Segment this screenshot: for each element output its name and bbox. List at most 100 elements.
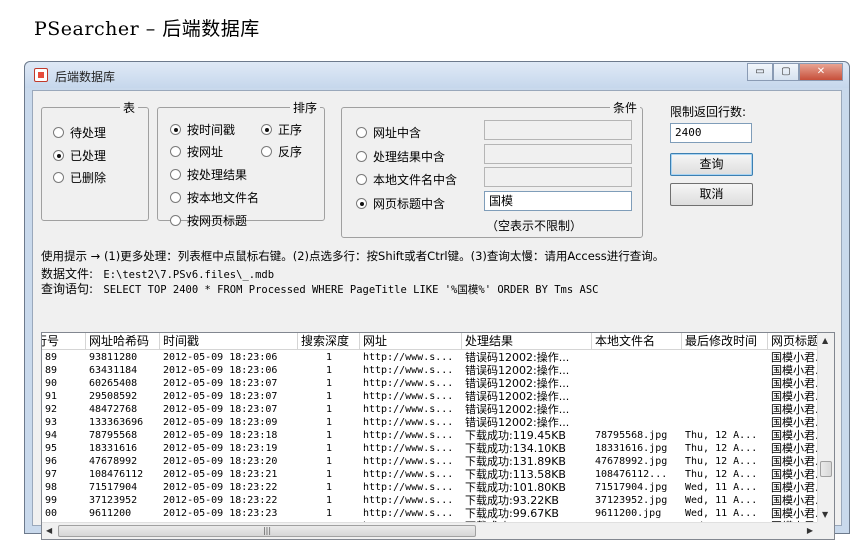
table-row[interactable]: 92 48472768 2012-05-09 18:23:07 1 http://www… [42,403,828,416]
table-row[interactable]: 93 133363696 2012-05-09 18:23:09 1 http://ww… [42,416,828,429]
table-row[interactable]: 95 18331616 2012-05-09 18:23:19 1 http://www… [42,442,828,455]
cell-url-hash: 29508592 [89,391,138,402]
table-row[interactable]: 91 29508592 2012-05-09 18:23:07 1 http://www… [42,390,828,403]
sort-by-result[interactable]: 按处理结果 [170,166,247,183]
title-bar[interactable]: 后端数据库 ▭ ▢ ✕ [25,62,849,88]
results-grid[interactable]: 行号网址哈希码时间戳搜索深度网址处理结果本地文件名最后修改时间网页标题 8993… [41,332,835,540]
cell-search-depth: 1 [325,443,333,454]
url-contains-field[interactable] [484,120,632,140]
sort-by-result-dot [170,169,181,180]
table-row[interactable]: 89 93811280 2012-05-09 18:23:06 1 http://www… [42,351,828,364]
cell-last-modified [682,416,768,429]
limit-rows-field[interactable]: 2400 [670,123,752,143]
column-header-url-hash[interactable]: 网址哈希码 [86,333,160,349]
radio-pending[interactable]: 待处理 [53,124,106,141]
column-header-url[interactable]: 网址 [360,333,462,349]
cell-url: http://www.s... [363,365,454,376]
cell-search-depth: 1 [325,417,333,428]
horizontal-scroll-thumb[interactable]: ||| [58,525,476,537]
table-row[interactable]: 97 108476112 2012-05-09 18:23:21 1 http://ww… [42,468,828,481]
cell-url: http://www.s... [363,495,454,506]
cell-timestamp: 2012-05-09 18:23:18 [163,430,278,441]
sort-by-local-file-label: 按本地文件名 [187,191,260,205]
cell-local-file: 108476112... [595,469,668,480]
sort-by-local-file[interactable]: 按本地文件名 [170,189,259,206]
radio-processed[interactable]: 已处理 [53,147,106,164]
cancel-button[interactable]: 取消 [670,183,753,206]
cond-pagetitle-contains-dot [356,198,367,209]
radio-pending-label: 待处理 [70,126,107,140]
cell-url: http://www.s... [363,443,454,454]
cell-last-modified: Wed, 11 A... [685,508,758,519]
scroll-right-icon[interactable]: ▶ [807,526,813,535]
table-row[interactable]: 94 78795568 2012-05-09 18:23:18 1 http://www… [42,429,828,442]
table-row[interactable]: 89 63431184 2012-05-09 18:23:06 1 http://www… [42,364,828,377]
scroll-down-icon[interactable]: ▼ [822,510,828,519]
radio-deleted[interactable]: 已删除 [53,169,106,186]
scroll-left-icon[interactable]: ◀ [46,526,52,535]
close-button[interactable]: ✕ [799,63,843,81]
cell-timestamp: 2012-05-09 18:23:22 [163,495,278,506]
column-header-row-number[interactable]: 行号 [42,333,86,349]
vertical-scrollbar[interactable]: ▲ ▼ [817,333,834,522]
cell-local-file [592,390,682,403]
cond-result-contains[interactable]: 处理结果中含 [356,148,445,165]
radio-processed-dot [53,150,64,161]
cell-timestamp: 2012-05-09 18:23:07 [163,404,278,415]
cell-url: http://www.s... [363,404,454,415]
table-group: 表 待处理 已处理 已删除 [41,99,149,221]
cell-search-depth: 1 [325,482,333,493]
cell-url-hash: 71517904 [89,482,138,493]
cell-local-file [592,377,682,390]
cell-row-number: 97 [45,469,58,480]
condition-group: 条件 网址中含 处理结果中含 本地文件名中含 网页标题中含 国模 （空表示不限制… [341,99,643,238]
table-row[interactable]: 96 47678992 2012-05-09 18:23:20 1 http://www… [42,455,828,468]
column-header-search-depth[interactable]: 搜索深度 [298,333,360,349]
table-row[interactable]: 00 9611200 2012-05-09 18:23:23 1 http://www.… [42,507,828,520]
cell-row-number: 92 [45,404,58,415]
cell-row-number: 99 [45,495,58,506]
table-row[interactable]: 99 37123952 2012-05-09 18:23:22 1 http://www… [42,494,828,507]
column-header-result[interactable]: 处理结果 [462,333,592,349]
order-descending[interactable]: 反序 [261,143,302,160]
data-file-label: 数据文件: [41,267,94,281]
sort-by-page-title[interactable]: 按网页标题 [170,212,247,229]
condition-note: （空表示不限制） [486,219,583,233]
cond-localfile-contains[interactable]: 本地文件名中含 [356,171,457,188]
cell-url: http://www.s... [363,417,454,428]
cell-timestamp: 2012-05-09 18:23:06 [163,352,278,363]
column-header-timestamp[interactable]: 时间戳 [160,333,298,349]
sort-by-timestamp[interactable]: 按时间戳 [170,121,235,138]
cond-pagetitle-contains[interactable]: 网页标题中含 [356,195,445,212]
horizontal-scrollbar[interactable]: ◀ ||| ▶ [42,522,817,539]
result-contains-field[interactable] [484,144,632,164]
table-row[interactable]: 90 60265408 2012-05-09 18:23:07 1 http://www… [42,377,828,390]
cell-result: 错误码12002:操作... [465,364,570,377]
cell-last-modified: Thu, 12 A... [685,469,758,480]
query-label: 查询语句: [41,282,94,296]
cell-url: http://www.s... [363,456,454,467]
localfile-contains-field[interactable] [484,167,632,187]
cell-timestamp: 2012-05-09 18:23:06 [163,365,278,376]
pagetitle-contains-field[interactable]: 国模 [484,191,632,211]
vertical-scroll-thumb[interactable] [820,461,832,477]
sort-group: 排序 按时间戳 按网址 按处理结果 按本地文件名 按网页标题 正序 反序 [157,99,325,228]
cell-url-hash: 47678992 [89,456,138,467]
query-button[interactable]: 查询 [670,153,753,176]
cell-last-modified [682,377,768,390]
cond-pagetitle-contains-label: 网页标题中含 [373,197,446,211]
cell-result: 错误码12002:操作... [465,351,570,364]
minimize-button[interactable]: ▭ [747,63,773,81]
cell-url-hash: 108476112 [89,469,144,480]
sort-by-url[interactable]: 按网址 [170,143,223,160]
maximize-button[interactable]: ▢ [773,63,799,81]
usage-hint: 使用提示 → (1)更多处理：列表框中点鼠标右键。(2)点选多行：按Shift或… [41,249,665,263]
column-header-last-modified[interactable]: 最后修改时间 [682,333,768,349]
cell-last-modified [682,351,768,364]
order-ascending[interactable]: 正序 [261,121,302,138]
cond-url-contains[interactable]: 网址中含 [356,124,421,141]
scroll-up-icon[interactable]: ▲ [822,336,828,345]
table-row[interactable]: 98 71517904 2012-05-09 18:23:22 1 http://www… [42,481,828,494]
cell-last-modified [682,403,768,416]
column-header-local-file[interactable]: 本地文件名 [592,333,682,349]
